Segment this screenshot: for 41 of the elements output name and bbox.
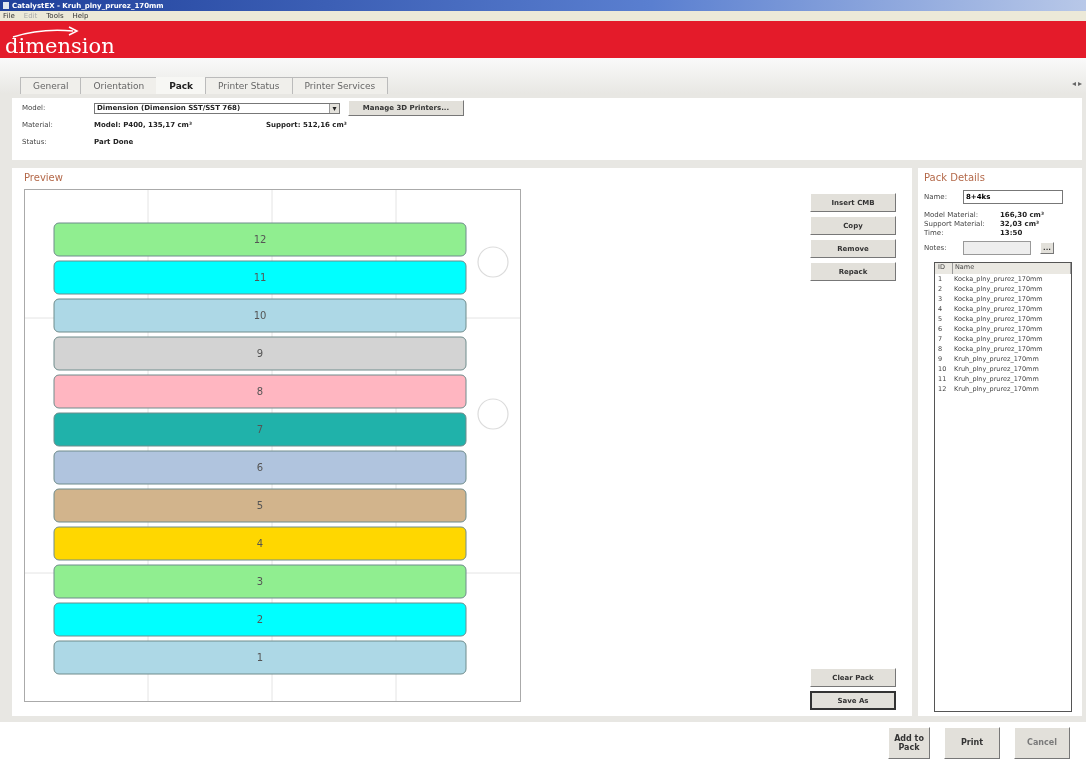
part-shape[interactable] — [53, 374, 467, 409]
tab[interactable]: General — [20, 77, 82, 94]
part-shape[interactable] — [53, 602, 467, 637]
part-shape[interactable] — [53, 412, 467, 447]
part-shape[interactable] — [53, 298, 467, 333]
part-shape[interactable] — [53, 526, 467, 561]
app-icon — [3, 2, 9, 9]
part-number: 7 — [256, 424, 264, 435]
part-number: 5 — [256, 500, 264, 511]
part-shape[interactable] — [53, 564, 467, 599]
part-number: 4 — [256, 538, 264, 549]
part-number: 3 — [256, 576, 264, 587]
part-number: 6 — [256, 462, 264, 473]
part-number: 1 — [256, 652, 264, 663]
tab[interactable]: Orientation — [80, 77, 158, 94]
part-shape[interactable] — [53, 640, 467, 675]
footer-button[interactable]: Add to Pack — [888, 726, 930, 759]
scroll-arrow[interactable]: ▸ — [1078, 79, 1082, 88]
tab[interactable]: Printer Status — [205, 77, 293, 94]
part-number: 8 — [256, 386, 264, 397]
footer-button[interactable]: Print — [944, 726, 1000, 759]
part-shape[interactable] — [53, 260, 467, 295]
panel-title: Pack Details — [924, 172, 986, 185]
part-number: 11 — [253, 272, 267, 283]
part-number: 2 — [256, 614, 264, 625]
part-number: 10 — [253, 310, 267, 321]
part-shape[interactable] — [53, 336, 467, 371]
part-shape[interactable] — [53, 488, 467, 523]
scroll-arrow[interactable]: ◂ — [1071, 79, 1076, 88]
part-number: 12 — [253, 234, 267, 245]
part-shape[interactable] — [53, 222, 467, 257]
swoosh-icon — [11, 26, 81, 38]
tab[interactable]: Pack — [156, 77, 207, 94]
part-shape[interactable] — [53, 450, 467, 485]
panel-title: Preview — [24, 172, 64, 185]
circle-outline — [477, 246, 509, 278]
notes-field[interactable] — [963, 241, 1031, 255]
tab[interactable]: Printer Services — [291, 77, 389, 94]
part-number: 9 — [256, 348, 264, 359]
circle-outline — [477, 398, 509, 430]
brand-logo: dimension — [5, 34, 115, 58]
